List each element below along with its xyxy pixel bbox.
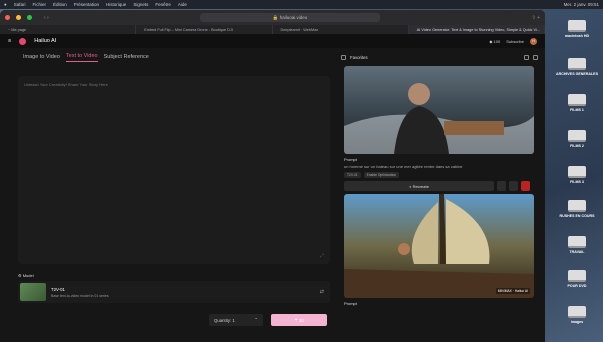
favorites-header: Favorites [337, 52, 542, 63]
menu-aide[interactable]: Aide [178, 2, 187, 7]
browser-tab[interactable]: Deeplearnit · WebMax [273, 25, 409, 34]
desktop-drive-icon[interactable]: POUR DVD [552, 270, 602, 288]
model-thumbnail [20, 283, 46, 301]
desktop-drive-icon[interactable]: Images [552, 306, 602, 324]
browser-tab-active[interactable]: AI Video Generator: Text & Image to Stun… [408, 25, 545, 34]
optimization-tag: Enable Optimization [363, 172, 400, 178]
generate-button[interactable]: ✦ 30 [271, 314, 327, 326]
tab-subject-reference[interactable]: Subject Reference [104, 54, 149, 60]
menu-historique[interactable]: Historique [106, 2, 126, 7]
close-window-icon[interactable] [5, 15, 10, 20]
hamburger-menu-icon[interactable]: ≡ [8, 38, 11, 44]
desktop-drive-icon[interactable]: ARCHIVES GENERALES [552, 58, 602, 76]
favorites-panel: Favorites Prompt un homme sur un bateau … [337, 52, 542, 332]
apple-menu-icon[interactable]: ● [4, 2, 7, 7]
grid-view-icon[interactable] [524, 55, 529, 60]
app-name: Hailuo AI [34, 38, 57, 44]
download-icon[interactable] [497, 181, 506, 191]
man-on-boat-illustration [344, 83, 534, 154]
desktop-drive-icon[interactable]: FILMS 3 [552, 166, 602, 184]
favorite-video-thumbnail[interactable] [344, 66, 534, 154]
prompt-textarea[interactable]: Unleash Your Creativity! Share Your Stor… [18, 76, 330, 264]
menubar-clock[interactable]: Mer. 2 janv. 09:51 [564, 2, 599, 7]
prompt-label: Prompt [344, 301, 357, 306]
delete-icon[interactable] [521, 181, 530, 191]
zoom-window-icon[interactable] [27, 15, 32, 20]
stepper-icon[interactable]: ⌃ [254, 317, 258, 323]
share-icon[interactable]: ⇧ + [531, 15, 540, 21]
lock-icon: 🔒 [272, 14, 280, 20]
prompt-text: un homme sur un bateau sur une mer agité… [344, 164, 463, 169]
desktop-drive-icon[interactable]: macintosh HD [552, 20, 602, 38]
swap-model-icon[interactable]: ⇄ [320, 289, 324, 295]
browser-tabs: ~ Ma page Embed Full Flip – Mini Camera … [0, 25, 545, 34]
video-actions: ⌕ Recreate [344, 181, 535, 191]
desktop-drive-icon[interactable]: TRAVAIL [552, 236, 602, 254]
select-checkbox[interactable] [341, 55, 346, 60]
app-header: ≡ Hailuo AI ◆ 100 Subscribe H [0, 34, 545, 48]
model-tag: T2V-01 [344, 172, 361, 178]
minimize-window-icon[interactable] [16, 15, 21, 20]
tag-list: T2V-01 Enable Optimization [344, 172, 535, 178]
menu-signets[interactable]: Signets [133, 2, 148, 7]
mode-tabs: Image to Video Text to Video Subject Ref… [23, 52, 335, 62]
sailing-ship-illustration [344, 194, 534, 298]
share-arrow-icon[interactable] [509, 181, 518, 191]
menu-safari[interactable]: Safari [14, 2, 26, 7]
browser-tab[interactable]: Embed Full Flip – Mini Camera Drone - Bo… [136, 25, 273, 34]
hailuo-logo-icon [19, 37, 27, 45]
recreate-button[interactable]: ⌕ Recreate [344, 181, 494, 191]
list-view-icon[interactable] [533, 55, 538, 60]
model-name: T2V-01 [51, 286, 65, 292]
mac-menubar: ● Safari Fichier Édition Présentation Hi… [0, 0, 603, 9]
expand-icon[interactable]: ⤢ [320, 253, 324, 259]
menu-edition[interactable]: Édition [53, 2, 67, 7]
prompt-placeholder: Unleash Your Creativity! Share Your Stor… [24, 82, 108, 87]
menu-presentation[interactable]: Présentation [74, 2, 99, 7]
browser-tab[interactable]: ~ Ma page [0, 25, 137, 34]
subscribe-link[interactable]: Subscribe [506, 39, 524, 44]
quantity-selector[interactable]: Quantity: 1 ⌃ [209, 314, 263, 326]
tab-text-to-video[interactable]: Text to Video [65, 53, 98, 62]
generation-panel: Image to Video Text to Video Subject Ref… [8, 52, 335, 332]
tab-image-to-video[interactable]: Image to Video [23, 54, 60, 60]
menu-fichier[interactable]: Fichier [32, 2, 46, 7]
prompt-label: Prompt [344, 157, 357, 162]
model-description: Base text-to-video model in 01 series [51, 293, 109, 298]
desktop-icons: macintosh HD ARCHIVES GENERALES FILMS 1 … [552, 20, 602, 340]
desktop-drive-icon[interactable]: FILMS 1 [552, 94, 602, 112]
generate-bar: Quantity: 1 ⌃ ✦ 30 [8, 308, 335, 332]
menu-fenetre[interactable]: Fenêtre [155, 2, 171, 7]
back-forward-icon[interactable]: ‹ › [44, 15, 49, 21]
favorites-title: Favorites [350, 55, 368, 60]
user-avatar[interactable]: H [530, 37, 537, 45]
model-section-label: ⚙ Model [18, 273, 34, 278]
model-selector[interactable]: T2V-01 Base text-to-video model in 01 se… [18, 281, 330, 303]
address-bar[interactable]: 🔒 hailuoai.video [200, 13, 381, 22]
desktop-drive-icon[interactable]: RUSHES EN COURS [552, 200, 602, 218]
favorite-video-thumbnail[interactable]: MINIMAX · Hailuo AI [344, 194, 534, 298]
credits-badge[interactable]: ◆ 100 [489, 39, 500, 44]
browser-toolbar: ‹ › 🔒 hailuoai.video ⇧ + [0, 10, 545, 25]
video-watermark: MINIMAX · Hailuo AI [495, 288, 530, 294]
desktop-drive-icon[interactable]: FILMS 2 [552, 130, 602, 148]
